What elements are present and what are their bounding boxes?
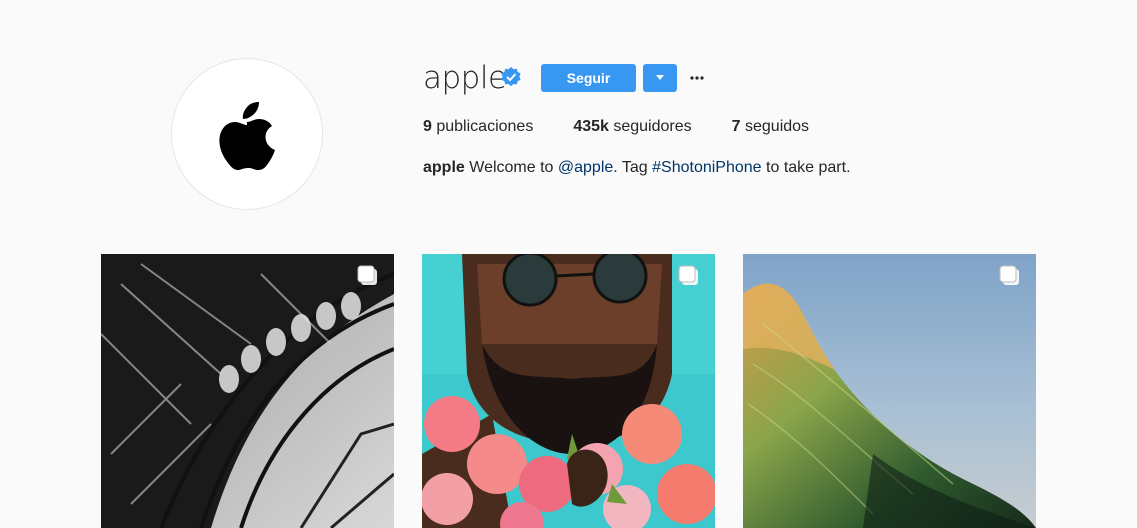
- more-options-button[interactable]: [686, 64, 708, 92]
- bio-name: apple: [423, 159, 465, 176]
- bio-text-before: Welcome to: [469, 159, 554, 176]
- portrait-roses-photo: [422, 254, 715, 528]
- ellipsis-icon: [690, 76, 704, 80]
- profile-username: apple: [423, 60, 507, 96]
- following-stat[interactable]: 7 seguidos: [732, 118, 809, 136]
- post-thumbnail[interactable]: [101, 254, 394, 528]
- profile-stats: 9 publicaciones 435k seguidores 7 seguid…: [423, 118, 849, 136]
- ocean-wave-photo: [743, 254, 1036, 528]
- profile-bio: apple Welcome to @apple. Tag #ShotoniPho…: [423, 159, 851, 177]
- follow-button[interactable]: Seguir: [541, 64, 636, 92]
- multiple-photos-icon: [357, 265, 377, 285]
- followers-label: seguidores: [613, 118, 692, 135]
- profile-avatar[interactable]: [171, 58, 323, 210]
- bio-text-after: to take part.: [766, 159, 851, 176]
- bio-hashtag-link[interactable]: #ShotoniPhone: [652, 159, 761, 176]
- suggestions-dropdown-button[interactable]: [643, 64, 677, 92]
- caret-down-icon: [656, 75, 664, 80]
- following-count: 7: [731, 118, 741, 135]
- multiple-photos-icon: [999, 265, 1019, 285]
- bio-mention-link[interactable]: @apple: [558, 159, 613, 176]
- posts-count: 9: [423, 118, 432, 135]
- apple-logo-icon: [219, 102, 275, 170]
- verified-badge-icon: [501, 67, 521, 87]
- following-label: seguidos: [745, 118, 810, 135]
- eiffel-tower-photo: [101, 254, 394, 528]
- followers-stat[interactable]: 435k seguidores: [573, 118, 691, 136]
- followers-count: 435k: [573, 118, 609, 135]
- bio-text-middle: . Tag: [613, 159, 648, 176]
- post-thumbnail[interactable]: [422, 254, 715, 528]
- post-thumbnail[interactable]: [743, 254, 1036, 528]
- posts-label: publicaciones: [436, 118, 534, 135]
- posts-count-stat: 9 publicaciones: [423, 118, 533, 136]
- multiple-photos-icon: [678, 265, 698, 285]
